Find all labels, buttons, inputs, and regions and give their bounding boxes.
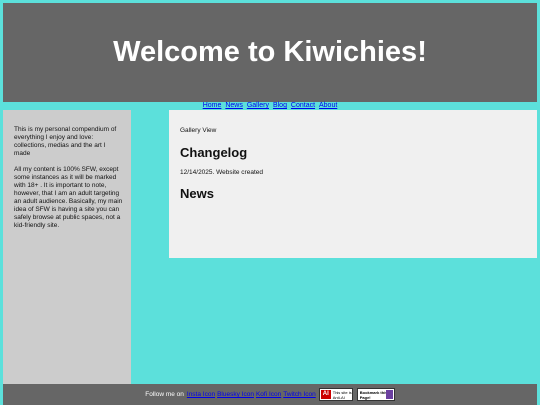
sidebar: This is my personal compendium of everyt… xyxy=(3,110,131,384)
page-title: Welcome to Kiwichies! xyxy=(113,36,427,68)
gallery-view-label: Gallery View xyxy=(180,127,217,134)
instagram-link[interactable]: Insta Icon xyxy=(187,391,215,398)
anti-ai-badge[interactable]: AI This site is Anti-AI xyxy=(318,388,353,401)
anti-ai-icon: AI xyxy=(320,390,331,399)
nav-link-home[interactable]: Home xyxy=(203,102,222,109)
follow-text: Follow me on xyxy=(145,391,184,398)
sidebar-sfw-text: All my content is 100% SFW, except some … xyxy=(14,166,123,229)
sidebar-intro-text: This is my personal compendium of everyt… xyxy=(14,126,117,157)
nav-link-gallery[interactable]: Gallery xyxy=(247,102,269,109)
nav-link-news[interactable]: News xyxy=(225,102,243,109)
anti-ai-badge-text: This site is Anti-AI xyxy=(332,390,352,400)
site-footer: Follow me on Insta Icon Bluesky Icon Kof… xyxy=(3,384,537,405)
kofi-link[interactable]: Kofi Icon xyxy=(256,391,281,398)
nav-link-about[interactable]: About xyxy=(319,102,337,109)
nav-link-blog[interactable]: Blog xyxy=(273,102,287,109)
twitch-link[interactable]: Twitch Icon xyxy=(283,391,316,398)
bookmark-icon xyxy=(385,390,393,399)
nav-bar: Home News Gallery Blog Contact About xyxy=(0,101,540,110)
changelog-heading: Changelog xyxy=(180,145,248,160)
main-content: Gallery View Changelog 12/14/2025. Websi… xyxy=(169,110,537,258)
site-header: Welcome to Kiwichies! xyxy=(3,3,537,102)
bookmark-badge[interactable]: Bookmark this Page! xyxy=(356,388,395,401)
changelog-entry: 12/14/2025. Website created xyxy=(180,169,263,176)
nav-link-contact[interactable]: Contact xyxy=(291,102,315,109)
bluesky-link[interactable]: Bluesky Icon xyxy=(217,391,254,398)
news-heading: News xyxy=(180,186,214,201)
